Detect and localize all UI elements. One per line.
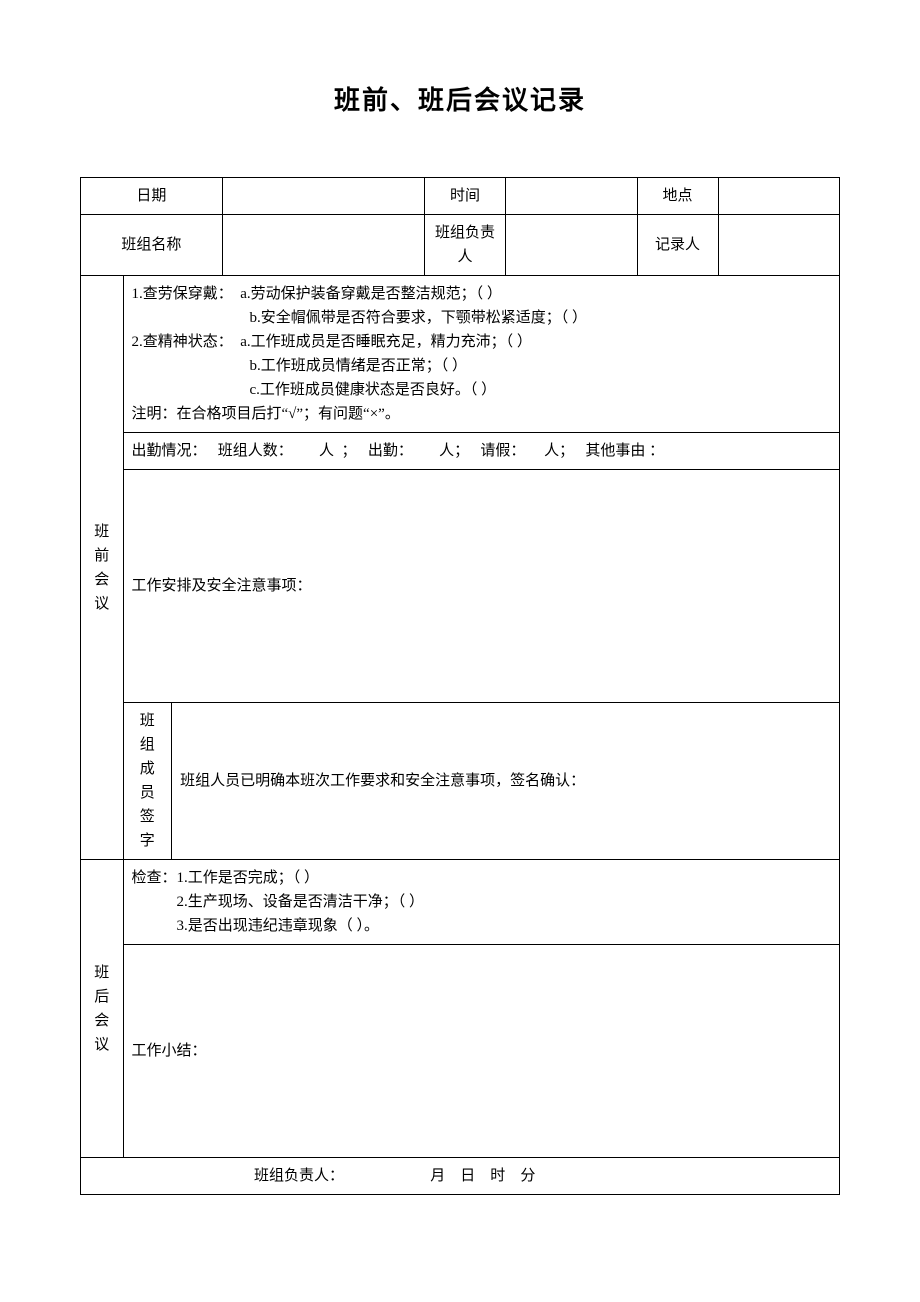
date-label: 日期 bbox=[81, 178, 223, 215]
work-arrangement-cell[interactable]: 工作安排及安全注意事项： bbox=[123, 470, 840, 703]
team-count-label: 班组人数： bbox=[218, 443, 293, 459]
summary-cell[interactable]: 工作小结： bbox=[123, 945, 840, 1158]
unit-person-3: 人 bbox=[544, 443, 559, 459]
footer-month: 月 bbox=[430, 1168, 445, 1184]
attendance-row: 出勤情况： 班组人数： 人 ； 出勤： 人； 请假： 人； 其他事由 ： bbox=[123, 433, 840, 470]
check-item1-label: 1.查劳保穿戴： bbox=[132, 286, 233, 302]
team-leader-value[interactable] bbox=[506, 215, 638, 276]
post-check-3: 3.是否出现违纪违章现象（ ）。 bbox=[177, 918, 380, 934]
time-label: 时间 bbox=[425, 178, 506, 215]
team-name-value[interactable] bbox=[222, 215, 424, 276]
attendance-label: 出勤情况： bbox=[132, 443, 207, 459]
unit-person-2: 人 bbox=[439, 443, 454, 459]
footer-day: 日 bbox=[460, 1168, 475, 1184]
check-item2-b: b.工作班成员情绪是否正常；（ ） bbox=[250, 358, 468, 374]
check-item1-a: a.劳动保护装备穿戴是否整洁规范；（ ） bbox=[240, 286, 502, 302]
checklist-note: 注明：在合格项目后打“√”；有问题“×”。 bbox=[132, 402, 832, 426]
post-meeting-check: 检查：1.工作是否完成；（ ） 2.生产现场、设备是否清洁干净；（ ） 3.是否… bbox=[123, 860, 840, 945]
location-label: 地点 bbox=[637, 178, 718, 215]
work-arrangement-label: 工作安排及安全注意事项： bbox=[132, 574, 832, 598]
footer-minute: 分 bbox=[520, 1168, 535, 1184]
page: 班前、班后会议记录 日期 时间 地点 班组名称 班组负责人 记录 bbox=[0, 0, 920, 1302]
leave-label: 请假： bbox=[480, 443, 525, 459]
footer-leader-label: 班组负责人： bbox=[254, 1168, 344, 1184]
check-item1-b: b.安全帽佩带是否符合要求，下颚带松紧适度；（ ） bbox=[250, 310, 588, 326]
footer-row: 班组负责人： 月 日 时 分 bbox=[81, 1158, 840, 1195]
team-leader-label: 班组负责人 bbox=[425, 215, 506, 276]
post-check-2: 2.生产现场、设备是否清洁干净；（ ） bbox=[177, 894, 425, 910]
post-meeting-section-label: 班后会议 bbox=[81, 860, 124, 1158]
member-sign-text: 班组人员已明确本班次工作要求和安全注意事项，签名确认： bbox=[180, 769, 831, 793]
check-item2-label: 2.查精神状态： bbox=[132, 334, 233, 350]
unit-person-1: 人 bbox=[319, 443, 334, 459]
footer-hour: 时 bbox=[490, 1168, 505, 1184]
member-sign-label: 班组成员签字 bbox=[123, 703, 172, 860]
check-item2-c: c.工作班成员健康状态是否良好。（ ） bbox=[250, 382, 497, 398]
post-check-label: 检查： bbox=[132, 870, 177, 886]
page-title: 班前、班后会议记录 bbox=[80, 80, 840, 117]
recorder-label: 记录人 bbox=[637, 215, 718, 276]
recorder-value[interactable] bbox=[718, 215, 840, 276]
summary-label: 工作小结： bbox=[132, 1039, 832, 1063]
team-name-label: 班组名称 bbox=[81, 215, 223, 276]
pre-meeting-section-label: 班前会议 bbox=[81, 276, 124, 860]
other-label: 其他事由 ： bbox=[585, 443, 664, 459]
check-item2-a: a.工作班成员是否睡眠充足，精力充沛；（ ） bbox=[240, 334, 532, 350]
time-value[interactable] bbox=[506, 178, 638, 215]
attend-label: 出勤： bbox=[368, 443, 413, 459]
form-table: 日期 时间 地点 班组名称 班组负责人 记录人 班前会议 1.查劳保穿戴： a.… bbox=[80, 177, 840, 1195]
date-value[interactable] bbox=[222, 178, 424, 215]
location-value[interactable] bbox=[718, 178, 840, 215]
member-sign-area[interactable]: 班组人员已明确本班次工作要求和安全注意事项，签名确认： bbox=[172, 703, 840, 860]
post-check-1: 1.工作是否完成；（ ） bbox=[177, 870, 320, 886]
pre-meeting-checklist: 1.查劳保穿戴： a.劳动保护装备穿戴是否整洁规范；（ ） b.安全帽佩带是否符… bbox=[123, 276, 840, 433]
